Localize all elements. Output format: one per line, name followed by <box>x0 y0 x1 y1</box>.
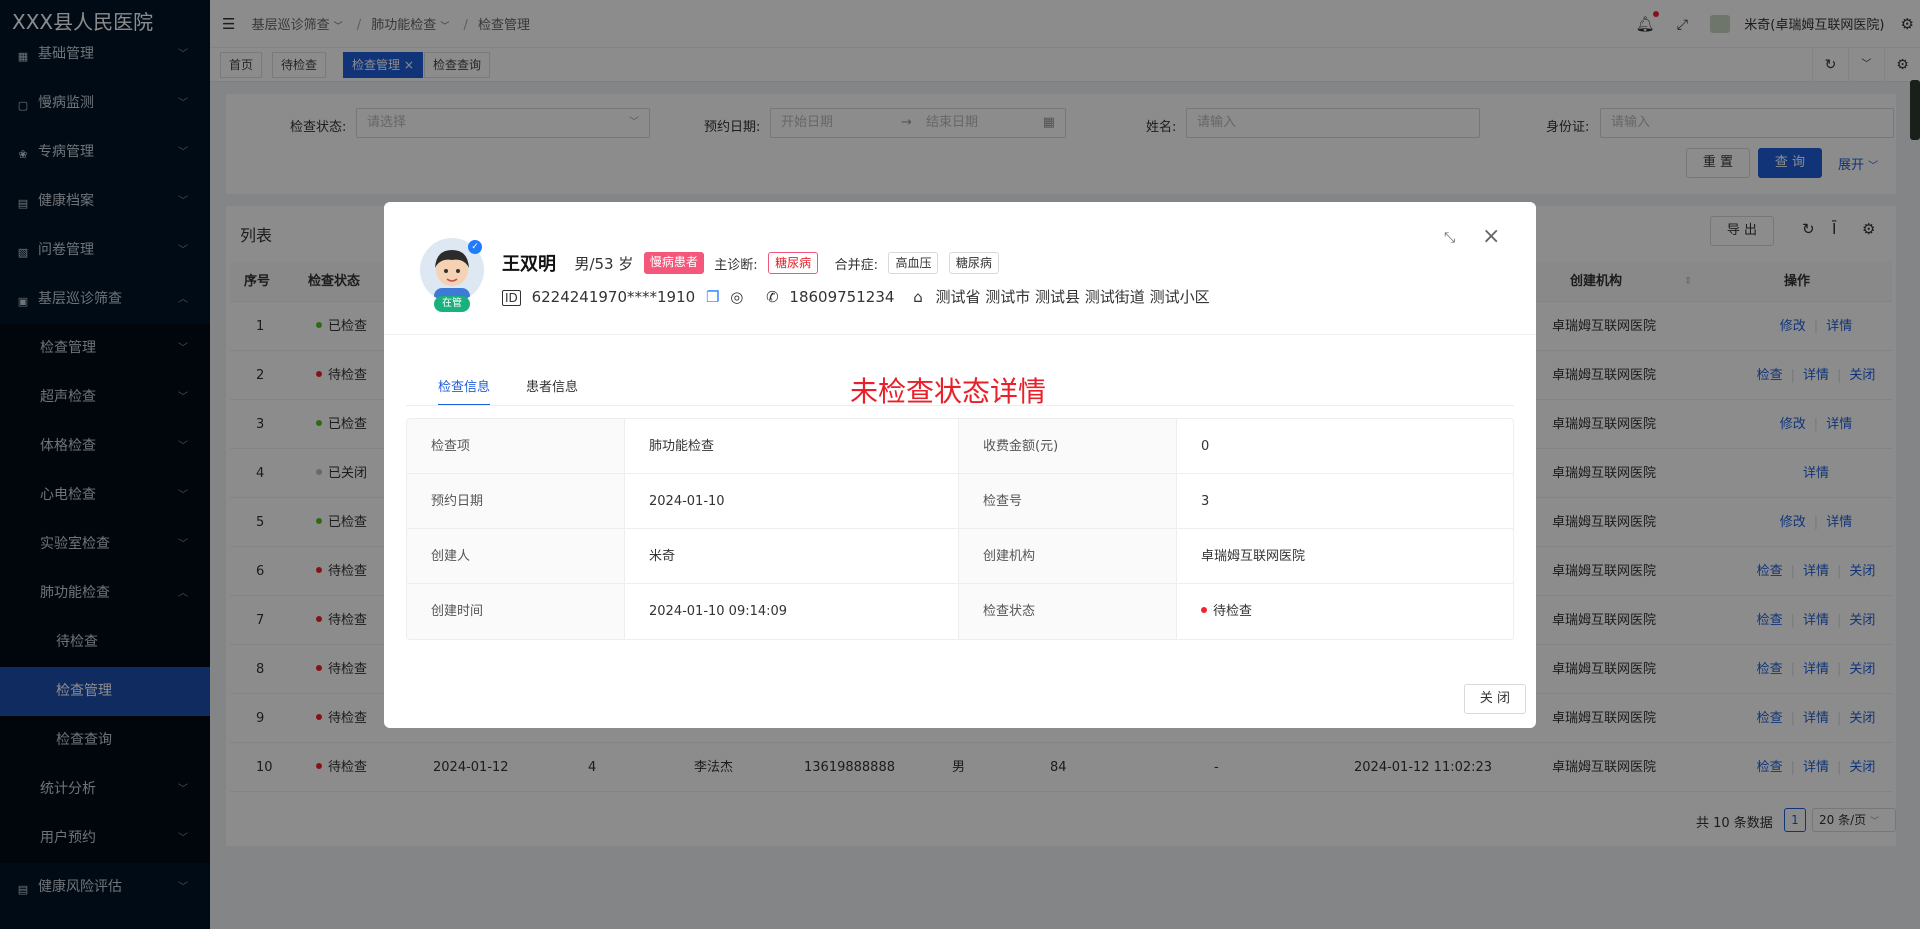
patient-phone: 18609751234 <box>789 288 895 306</box>
divider <box>384 334 1536 335</box>
field-label: 预约日期 <box>407 474 625 529</box>
eye-hide-icon[interactable]: ◎ <box>730 288 743 306</box>
comorbidity-label: 合并症: <box>834 257 878 273</box>
fullscreen-icon[interactable]: ⤡ <box>1444 230 1455 246</box>
field-value: 0 <box>1177 419 1513 474</box>
close-icon[interactable]: × <box>1482 224 1500 249</box>
patient-header: 王双明 男/53 岁 慢病患者 主诊断: 糖尿病 合并症: 高血压 糖尿病 <box>502 250 1005 276</box>
field-value: 米奇 <box>625 529 959 584</box>
id-card-icon: ID <box>502 290 521 306</box>
field-value: 2024-01-10 <box>625 474 959 529</box>
tab-exam-info[interactable]: 检查信息 <box>438 370 491 406</box>
field-label: 创建机构 <box>959 529 1177 584</box>
comorbidity-tag: 糖尿病 <box>948 252 999 274</box>
verified-icon: ✓ <box>468 240 482 254</box>
field-value: 待检查 <box>1213 604 1253 619</box>
main-diagnosis-label: 主诊断: <box>714 257 758 273</box>
patient-name: 王双明 <box>502 254 556 275</box>
exam-status-value: 待检查 <box>1177 584 1513 639</box>
chronic-tag: 慢病患者 <box>643 252 704 274</box>
patient-id-number: 6224241970****1910 <box>531 288 696 306</box>
field-label: 检查号 <box>959 474 1177 529</box>
patient-exam-detail-modal: ✓ 在管 王双明 男/53 岁 慢病患者 主诊断: 糖尿病 合并症: 高血压 糖… <box>384 202 1536 728</box>
patient-contact-line: ID 6224241970****1910 ❐ ◎ ✆ 18609751234 … <box>502 286 1210 307</box>
status-tag: 在管 <box>434 296 470 312</box>
phone-icon: ✆ <box>766 288 779 306</box>
patient-address: 测试省 测试市 测试县 测试街道 测试小区 <box>935 288 1210 306</box>
field-label: 收费金额(元) <box>959 419 1177 474</box>
main-diagnosis-tag: 糖尿病 <box>768 252 819 274</box>
status-dot <box>1201 607 1207 613</box>
home-icon: ⌂ <box>913 288 923 306</box>
field-label: 创建人 <box>407 529 625 584</box>
comorbidity-tag: 高血压 <box>888 252 939 274</box>
field-label: 检查项 <box>407 419 625 474</box>
field-label: 检查状态 <box>959 584 1177 639</box>
field-value: 3 <box>1177 474 1513 529</box>
field-value: 卓瑞姆互联网医院 <box>1177 529 1513 584</box>
close-button[interactable]: 关 闭 <box>1464 684 1526 714</box>
field-label: 创建时间 <box>407 584 625 639</box>
patient-gender-age: 男/53 岁 <box>574 254 634 273</box>
tab-patient-info[interactable]: 患者信息 <box>526 370 578 406</box>
exam-info-grid: 检查项 肺功能检查 收费金额(元) 0 预约日期 2024-01-10 检查号 … <box>406 418 1514 640</box>
field-value: 2024-01-10 09:14:09 <box>625 584 959 639</box>
field-value: 肺功能检查 <box>625 419 959 474</box>
annotation-text: 未检查状态详情 <box>850 375 1047 408</box>
copy-icon[interactable]: ❐ <box>706 288 719 306</box>
